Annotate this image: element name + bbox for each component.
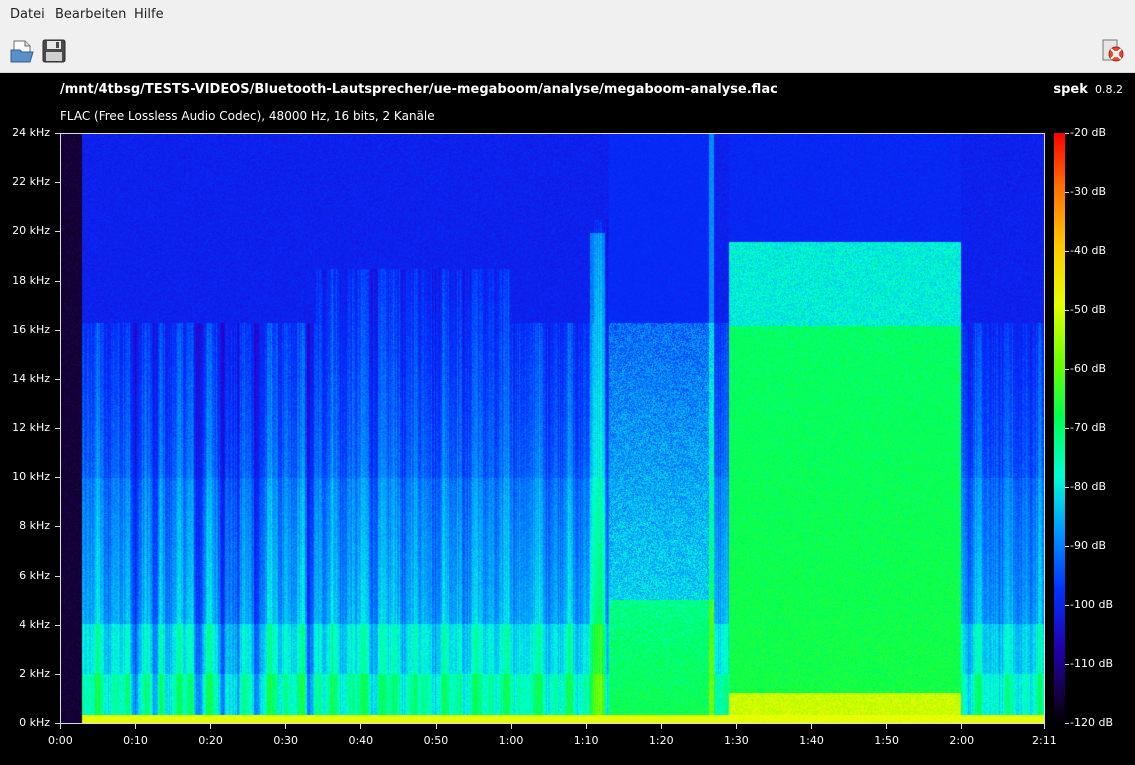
db-tick-label: -120 dB	[1070, 716, 1113, 729]
time-tick-label: 2:00	[949, 734, 975, 747]
toolbar	[0, 30, 1135, 73]
db-tick-mark	[1065, 605, 1069, 606]
time-tick-mark	[360, 724, 362, 729]
time-tick-label: 0:30	[273, 734, 299, 747]
db-tick-mark	[1065, 546, 1069, 547]
time-tick-label: 0:10	[123, 734, 148, 747]
db-tick-label: -90 dB	[1070, 539, 1106, 552]
freq-tick-mark	[55, 378, 60, 380]
save-button[interactable]	[41, 38, 67, 64]
freq-tick-label: 22 kHz	[12, 175, 50, 189]
time-tick-label: 1:10	[573, 734, 599, 747]
time-tick-label: 1:00	[498, 734, 524, 747]
freq-tick-mark	[55, 624, 60, 626]
db-tick-label: -20 dB	[1070, 126, 1106, 139]
freq-tick-label: 20 kHz	[12, 224, 50, 238]
menu-hilfe[interactable]: Hilfe	[134, 7, 164, 22]
db-tick-mark	[1065, 723, 1069, 724]
freq-tick-mark	[55, 133, 60, 134]
freq-tick-mark	[55, 673, 60, 675]
freq-tick-label: 12 kHz	[12, 421, 50, 434]
db-tick-label: -80 dB	[1070, 480, 1106, 493]
time-tick-mark	[510, 724, 512, 729]
freq-tick-label: 18 kHz	[12, 273, 50, 287]
db-tick-mark	[1065, 133, 1069, 134]
freq-tick-label: 14 kHz	[12, 371, 50, 385]
freq-tick-mark	[55, 231, 60, 233]
time-tick-mark	[961, 724, 963, 729]
help-button[interactable]	[1100, 38, 1126, 64]
db-tick-label: -40 dB	[1070, 244, 1106, 257]
db-tick-mark	[1065, 310, 1069, 311]
freq-tick-mark	[55, 477, 60, 479]
db-tick-mark	[1065, 369, 1069, 370]
file-path: /mnt/4tbsg/TESTS-VIDEOS/Bluetooth-Lautsp…	[60, 82, 778, 97]
save-icon	[42, 39, 66, 63]
db-tick-label: -100 dB	[1070, 598, 1113, 611]
freq-tick-label: 4 kHz	[19, 617, 50, 631]
time-tick-mark	[811, 724, 813, 729]
time-tick-mark	[435, 724, 437, 729]
db-tick-mark	[1065, 192, 1069, 193]
db-tick-mark	[1065, 487, 1069, 488]
db-tick-mark	[1065, 251, 1069, 252]
codec-info: FLAC (Free Lossless Audio Codec), 48000 …	[60, 109, 435, 123]
freq-tick-label: 0 kHz	[19, 716, 50, 729]
time-tick-label: 0:00	[48, 734, 73, 747]
db-tick-label: -110 dB	[1070, 657, 1113, 670]
app-name: spek	[1053, 82, 1088, 97]
open-file-button[interactable]	[9, 38, 35, 64]
app-brand: spek 0.8.2	[1053, 82, 1123, 97]
freq-tick-mark	[55, 526, 60, 528]
freq-tick-mark	[55, 329, 60, 331]
freq-tick-label: 8 kHz	[19, 519, 50, 533]
time-tick-label: 0:20	[198, 734, 223, 747]
spectrogram-frame	[60, 133, 1045, 724]
time-tick-label: 0:50	[423, 734, 449, 747]
freq-tick-label: 16 kHz	[12, 322, 50, 336]
freq-tick-mark	[55, 280, 60, 282]
db-tick-label: -60 dB	[1070, 362, 1106, 375]
spectrum-view: /mnt/4tbsg/TESTS-VIDEOS/Bluetooth-Lautsp…	[0, 73, 1135, 765]
colorbar	[1054, 133, 1065, 724]
open-file-icon	[10, 40, 34, 63]
help-lifebuoy-icon	[1102, 39, 1124, 62]
freq-tick-label: 10 kHz	[12, 470, 50, 484]
time-tick-label: 1:20	[648, 734, 674, 747]
time-tick-label: 1:30	[724, 734, 749, 747]
time-tick-mark	[210, 724, 212, 729]
db-tick-mark	[1065, 664, 1069, 665]
db-tick-label: -30 dB	[1070, 185, 1106, 198]
time-tick-label: 0:40	[348, 734, 374, 747]
time-tick-mark	[886, 724, 888, 729]
time-tick-mark	[285, 724, 287, 729]
freq-tick-label: 24 kHz	[12, 126, 50, 139]
time-tick-label: 2:11	[1032, 734, 1057, 747]
time-tick-label: 1:40	[799, 734, 824, 747]
freq-tick-mark	[55, 575, 60, 577]
menu-bar: Datei Bearbeiten Hilfe	[0, 0, 1135, 30]
time-tick-label: 1:50	[874, 734, 899, 747]
time-tick-mark	[1044, 724, 1045, 729]
db-tick-label: -70 dB	[1070, 421, 1106, 434]
time-tick-mark	[60, 724, 61, 729]
time-tick-mark	[135, 724, 137, 729]
freq-tick-mark	[55, 428, 60, 429]
app-version: 0.8.2	[1095, 83, 1123, 96]
spectrogram	[61, 134, 1044, 723]
freq-tick-mark	[55, 182, 60, 184]
time-tick-mark	[660, 724, 662, 729]
db-tick-mark	[1065, 428, 1069, 429]
time-tick-mark	[585, 724, 587, 729]
time-tick-mark	[736, 724, 738, 729]
menu-datei[interactable]: Datei	[10, 7, 45, 22]
freq-tick-label: 2 kHz	[19, 666, 50, 680]
menu-bearbeiten[interactable]: Bearbeiten	[55, 7, 126, 22]
db-tick-label: -50 dB	[1070, 303, 1106, 316]
freq-tick-label: 6 kHz	[19, 568, 50, 582]
